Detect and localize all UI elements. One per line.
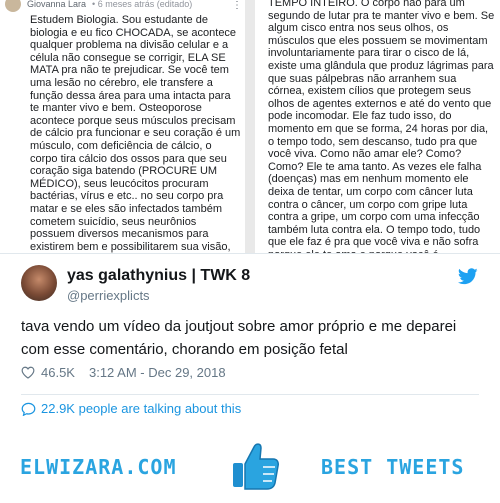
display-name[interactable]: yas galathynius | TWK 8 <box>67 267 250 285</box>
thumbs-up-icon <box>233 443 279 490</box>
more-menu-icon: ⋮ <box>232 0 242 11</box>
comment-text-right: TEMPO INTEIRO. O corpo não para um segun… <box>268 0 495 253</box>
talking-link[interactable]: 22.9K people are talking about this <box>21 401 241 416</box>
comment-text-left: Estudem Biologia. Sou estudante de biolo… <box>30 14 241 253</box>
brand-left: ELWIZARA.COM <box>20 455 177 479</box>
tweet-timestamp[interactable]: 3:12 AM - Dec 29, 2018 <box>89 365 226 380</box>
comment-panel-left: Giovanna Lara • 6 meses atrás (editado) … <box>0 0 245 253</box>
twitter-bird-icon[interactable] <box>458 268 478 285</box>
comment-screenshot: Giovanna Lara • 6 meses atrás (editado) … <box>0 0 500 253</box>
commenter-name: Giovanna Lara <box>27 0 87 9</box>
commenter-avatar <box>5 0 21 12</box>
avatar[interactable] <box>21 265 57 301</box>
heart-icon[interactable] <box>21 366 35 379</box>
comment-panel-right: TEMPO INTEIRO. O corpo não para um segun… <box>255 0 500 253</box>
comment-bubble-icon <box>21 402 36 416</box>
user-handle[interactable]: @perriexplicts <box>67 288 150 303</box>
brand-right: BEST TWEETS <box>321 455 465 479</box>
comment-header: Giovanna Lara • 6 meses atrás (editado) <box>5 0 192 12</box>
tweet-meta: 46.5K 3:12 AM - Dec 29, 2018 <box>21 365 226 380</box>
brand-footer: ELWIZARA.COM BEST TWEETS <box>0 436 500 502</box>
like-count[interactable]: 46.5K <box>41 365 75 380</box>
talking-label[interactable]: 22.9K people are talking about this <box>41 401 241 416</box>
tweet-text: tava vendo um vídeo da joutjout sobre am… <box>21 318 457 358</box>
panel-divider <box>245 0 255 253</box>
comment-time: • 6 meses atrás (editado) <box>92 0 193 9</box>
tweet-divider <box>21 394 479 395</box>
